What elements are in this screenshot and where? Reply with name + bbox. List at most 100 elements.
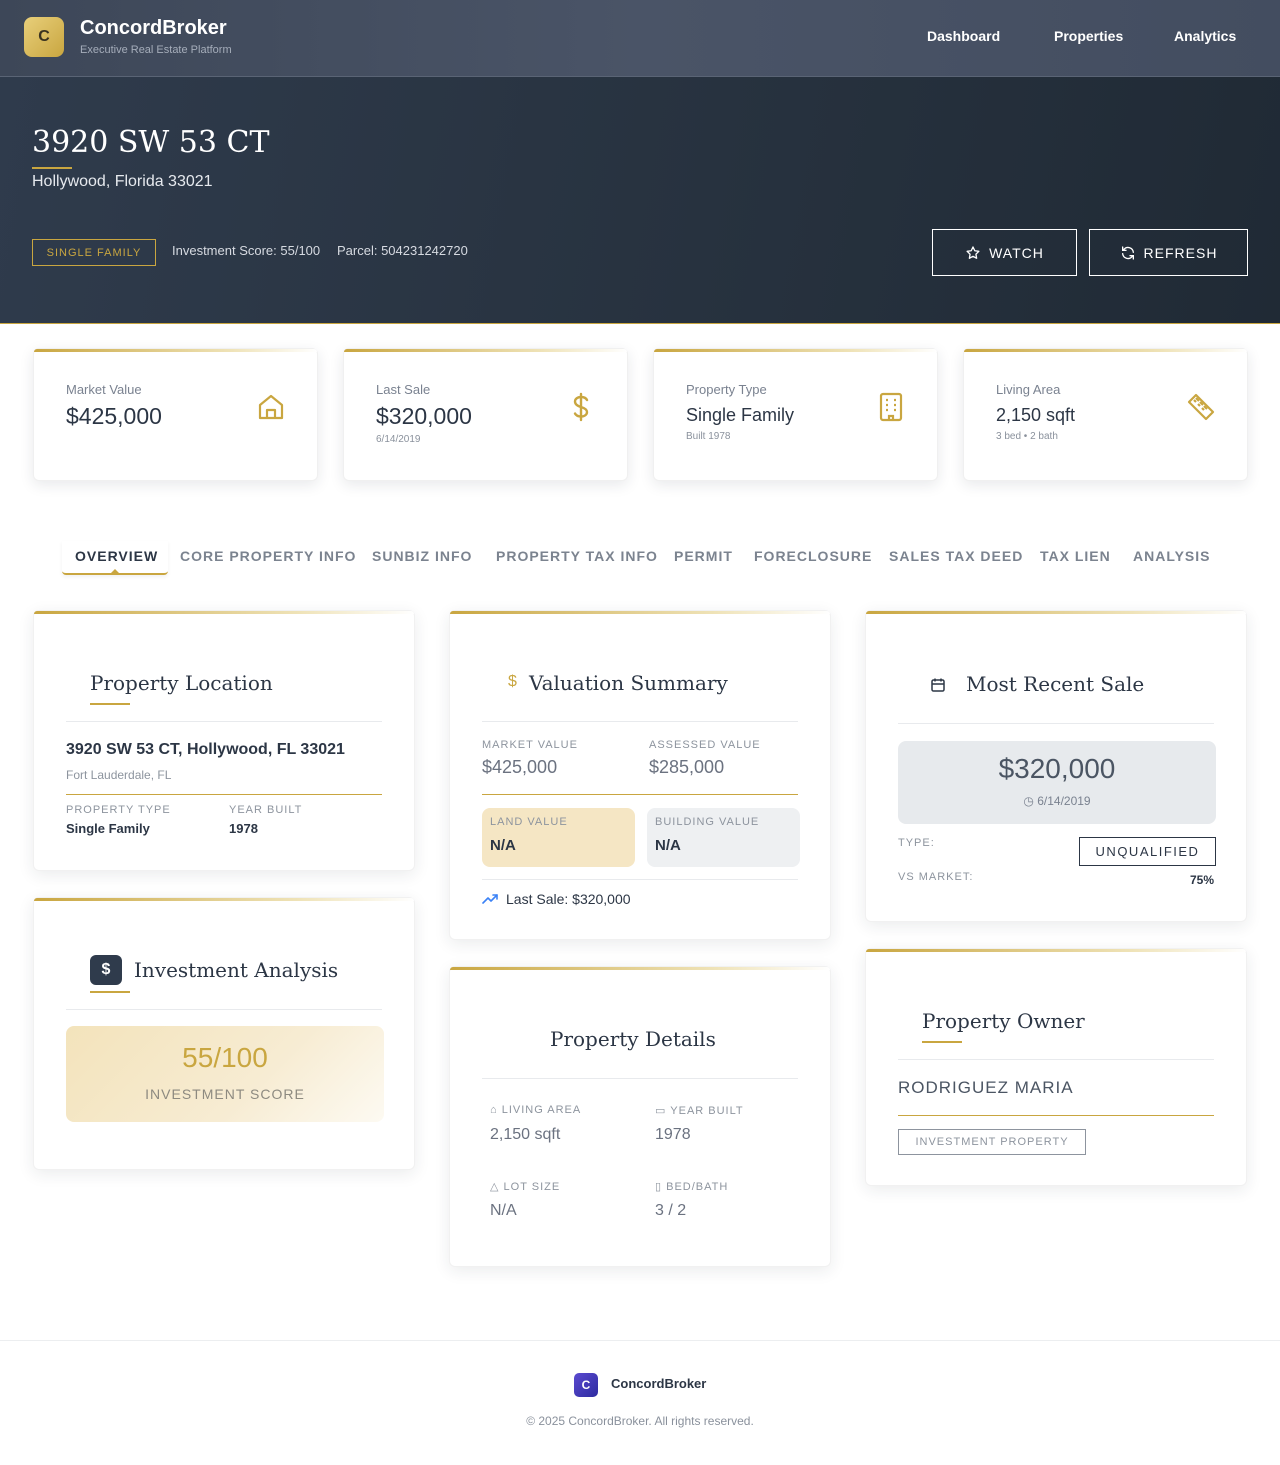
card-title: Property Details [550, 1027, 716, 1051]
divider [482, 721, 798, 722]
vs-market-label: VS MARKET: [898, 871, 974, 883]
lot-size-label: △ LOT SIZE [490, 1180, 560, 1193]
tab-analysis[interactable]: ANALYSIS [1133, 548, 1211, 564]
investment-score-text: Investment Score: 55/100 [172, 243, 321, 258]
footer-copyright: © 2025 ConcordBroker. All rights reserve… [526, 1414, 754, 1428]
brand-tagline: Executive Real Estate Platform [80, 44, 232, 56]
dollar-icon: $ [508, 673, 517, 690]
tab-tax-lien[interactable]: TAX LIEN [1040, 548, 1111, 564]
refresh-button[interactable]: REFRESH [1089, 229, 1248, 276]
property-location-card: Property Location 3920 SW 53 CT, Hollywo… [33, 610, 415, 871]
property-owner-card: Property Owner RODRIGUEZ MARIA INVESTMEN… [865, 948, 1247, 1186]
tab-sunbiz-info[interactable]: SUNBIZ INFO [372, 548, 472, 564]
stat-value: Single Family [686, 405, 795, 425]
lot-size-value: N/A [490, 1202, 517, 1219]
stat-value: $320,000 [376, 403, 472, 429]
calendar-icon [931, 678, 945, 692]
owner-tag-badge: INVESTMENT PROPERTY [898, 1129, 1086, 1155]
property-address-title: 3920 SW 53 CT [32, 125, 270, 160]
dollar-icon: $ [90, 955, 122, 985]
nav-properties-link[interactable]: Properties [1054, 28, 1123, 44]
year-built-label-text: YEAR BUILT [670, 1105, 744, 1117]
area-text: Fort Lauderdale, FL [66, 768, 172, 782]
footer-divider [0, 1340, 1280, 1341]
gold-divider [482, 794, 798, 795]
footer-logo: C [574, 1373, 598, 1397]
home-icon: ⌂ [490, 1104, 498, 1116]
most-recent-sale-card: Most Recent Sale $320,000 ◷ 6/14/2019 TY… [865, 610, 1247, 922]
sale-price-box: $320,000 ◷ 6/14/2019 [898, 741, 1216, 824]
tab-overview[interactable]: OVERVIEW [75, 548, 158, 564]
trending-up-icon [482, 894, 498, 904]
lot-size-label-text: LOT SIZE [503, 1181, 561, 1193]
stat-card-property-type: Property Type Single Family Built 1978 [653, 348, 938, 481]
bed-bath-label-text: BED/BATH [666, 1181, 729, 1193]
card-title: Property Location [90, 671, 273, 695]
watch-button[interactable]: WATCH [932, 229, 1077, 276]
stat-value: 2,150 sqft [996, 405, 1076, 425]
full-address: 3920 SW 53 CT, Hollywood, FL 33021 [66, 741, 345, 758]
refresh-icon [1121, 245, 1134, 260]
stat-label: Market Value [66, 382, 142, 397]
investment-analysis-card: $ Investment Analysis 55/100 INVESTMENT … [33, 897, 415, 1170]
sale-date-text: 6/14/2019 [1037, 794, 1091, 808]
stat-subtext: 3 bed • 2 bath [996, 431, 1058, 442]
living-area-label: ⌂ LIVING AREA [490, 1104, 581, 1116]
brand-name[interactable]: ConcordBroker [80, 17, 227, 40]
stat-label: Property Type [686, 382, 767, 397]
property-hero: 3920 SW 53 CT Hollywood, Florida 33021 S… [0, 77, 1280, 324]
valuation-summary-card: $ Valuation Summary MARKET VALUE $425,00… [449, 610, 831, 940]
year-built-value: 1978 [655, 1126, 691, 1143]
property-type-value: Single Family [66, 821, 150, 836]
triangle-icon: △ [490, 1181, 500, 1193]
owner-name[interactable]: RODRIGUEZ MARIA [898, 1078, 1074, 1098]
clock-icon: ◷ [1023, 794, 1034, 808]
vs-market-value: 75% [1189, 873, 1214, 887]
land-value-box: LAND VALUE N/A [482, 808, 635, 867]
watch-label: WATCH [989, 244, 1044, 261]
land-value-label: LAND VALUE [490, 816, 568, 828]
tab-property-tax-info[interactable]: PROPERTY TAX INFO [496, 548, 658, 564]
divider [66, 721, 382, 722]
stat-label: Last Sale [376, 382, 431, 397]
stat-card-last-sale: Last Sale $320,000 6/14/2019 [343, 348, 628, 481]
sale-type-label: TYPE: [898, 837, 935, 849]
market-value: $425,000 [482, 757, 558, 777]
footer-brand-name: ConcordBroker [611, 1376, 707, 1391]
nav-dashboard-link[interactable]: Dashboard [927, 28, 1000, 44]
property-type-badge: SINGLE FAMILY [32, 239, 156, 266]
divider [482, 1078, 798, 1079]
tab-sales-tax-deed[interactable]: SALES TAX DEED [889, 548, 1023, 564]
card-title: Most Recent Sale [966, 672, 1145, 696]
nav-analytics-link[interactable]: Analytics [1174, 28, 1236, 44]
card-title: Property Owner [922, 1009, 1085, 1033]
tab-foreclosure[interactable]: FORECLOSURE [754, 548, 872, 564]
refresh-label: REFRESH [1143, 244, 1218, 261]
sale-price: $320,000 [998, 753, 1116, 784]
dollar-icon [573, 392, 589, 422]
year-built-label: ▭ YEAR BUILT [655, 1104, 744, 1117]
brand-logo[interactable]: C [24, 17, 64, 57]
gold-divider [898, 1115, 1214, 1116]
property-city-line: Hollywood, Florida 33021 [32, 173, 213, 190]
card-title: Investment Analysis [134, 958, 339, 982]
stat-label: Living Area [996, 382, 1061, 397]
parcel-text: Parcel: 504231242720 [337, 243, 468, 258]
assessed-value: $285,000 [649, 757, 725, 777]
bed-icon: ▯ [655, 1181, 663, 1193]
building-value: N/A [655, 837, 681, 854]
year-built-value: 1978 [229, 821, 258, 836]
assessed-value-label: ASSESSED VALUE [649, 739, 761, 751]
tab-core-property-info[interactable]: CORE PROPERTY INFO [180, 548, 356, 564]
stat-subtext: Built 1978 [686, 431, 731, 442]
stat-card-living-area: Living Area 2,150 sqft 3 bed • 2 bath [963, 348, 1248, 481]
stat-value: $425,000 [66, 403, 162, 429]
investment-score-box: 55/100 INVESTMENT SCORE [66, 1026, 384, 1122]
land-value: N/A [490, 837, 516, 854]
investment-score-value: 55/100 [182, 1042, 268, 1073]
living-area-label-text: LIVING AREA [501, 1104, 582, 1116]
market-value-label: MARKET VALUE [482, 739, 578, 751]
title-underline [90, 703, 130, 705]
tab-permit[interactable]: PERMIT [674, 548, 733, 564]
property-type-label: PROPERTY TYPE [66, 804, 171, 816]
